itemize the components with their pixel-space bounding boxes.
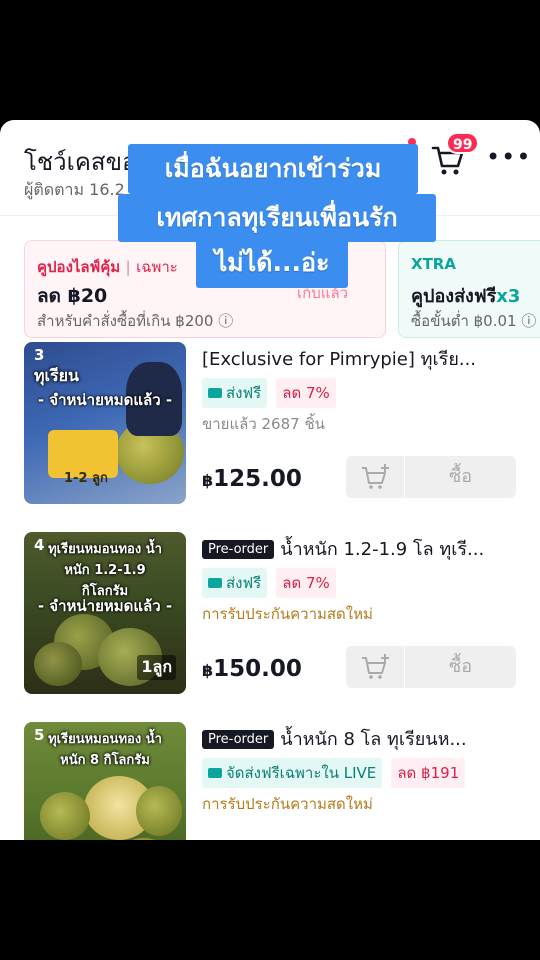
preorder-badge: Pre-order bbox=[202, 730, 275, 749]
product-tags: ส่งฟรี ลด 7% bbox=[202, 378, 340, 408]
free-shipping-tag-text: ส่งฟรี bbox=[226, 384, 262, 402]
coupon-discount: ลด ฿20 bbox=[37, 285, 108, 307]
product-card[interactable]: 3 ทุเรียน - จำหน่ายหมดแล้ว - 1-2 ลูก [Ex… bbox=[0, 342, 540, 522]
product-tags: ส่งฟรี ลด 7% bbox=[202, 568, 340, 598]
thumb-title: ทุเรียนหมอนทอง น้ำหนัก 1.2-1.9 กิโลกรัม bbox=[48, 542, 162, 599]
quantity-label: 1ลูก bbox=[137, 655, 176, 680]
free-shipping-tag: ส่งฟรี bbox=[202, 378, 268, 408]
price-value: 150.00 bbox=[213, 656, 302, 682]
buy-button[interactable]: ซื้อ bbox=[405, 646, 516, 688]
discount-tag: ลด ฿191 bbox=[391, 758, 466, 788]
freshness-guarantee: การรับประกันความสดใหม่ bbox=[202, 795, 373, 813]
product-title-text: น้ำหนัก 1.2-1.9 โล ทุเรี... bbox=[280, 539, 485, 560]
currency-symbol: ฿ bbox=[202, 471, 214, 490]
free-shipping-tag: ส่งฟรี bbox=[202, 568, 268, 598]
free-shipping-text: คูปองส่งฟรี bbox=[411, 286, 497, 307]
add-to-cart-icon[interactable] bbox=[346, 646, 404, 688]
buy-bar: ซื้อ bbox=[346, 646, 516, 688]
truck-icon bbox=[208, 578, 222, 588]
coupon-tag-label: คูปองไลฟ์คุ้ม bbox=[37, 258, 121, 276]
product-price: ฿150.00 bbox=[202, 656, 302, 682]
product-card[interactable]: 4 ทุเรียนหมอนทอง น้ำหนัก 1.2-1.9 กิโลกรั… bbox=[0, 532, 540, 712]
product-image[interactable]: 3 ทุเรียน - จำหน่ายหมดแล้ว - 1-2 ลูก bbox=[24, 342, 186, 504]
product-title[interactable]: Pre-order น้ำหนัก 8 โล ทุเรียนห... bbox=[202, 724, 522, 752]
product-card[interactable]: 5 ทุเรียนหมอนทอง น้ำหนัก 8 กิโลกรัม Pre-… bbox=[0, 722, 540, 840]
xtra-tag: XTRA bbox=[411, 255, 456, 273]
free-shipping-tag-text: ส่งฟรี bbox=[226, 574, 262, 592]
showcase-title: โชว์เคสขอ bbox=[24, 148, 137, 176]
follower-count: ผู้ติดตาม 16.2 bbox=[24, 180, 125, 199]
thumb-title: ทุเรียน bbox=[34, 366, 79, 385]
product-image[interactable]: 4 ทุเรียนหมอนทอง น้ำหนัก 1.2-1.9 กิโลกรั… bbox=[24, 532, 186, 694]
truck-icon bbox=[208, 768, 222, 778]
currency-symbol: ฿ bbox=[202, 661, 214, 680]
add-to-cart-icon[interactable] bbox=[346, 456, 404, 498]
sold-count: ขายแล้ว 2687 ชิ้น bbox=[202, 415, 325, 433]
thumb-title: ทุเรียนหมอนทอง น้ำหนัก 8 กิโลกรัม bbox=[48, 732, 162, 768]
free-shipping-label: คูปองส่งฟรีx3 bbox=[411, 281, 520, 310]
buy-button[interactable]: ซื้อ bbox=[405, 456, 516, 498]
freshness-guarantee: การรับประกันความสดใหม่ bbox=[202, 605, 373, 623]
product-title[interactable]: Pre-order น้ำหนัก 1.2-1.9 โล ทุเรี... bbox=[202, 534, 522, 562]
product-tags: จัดส่งฟรีเฉพาะใน LIVE ลด ฿191 bbox=[202, 758, 469, 788]
discount-tag: ลด 7% bbox=[276, 378, 336, 408]
discount-tag: ลด 7% bbox=[276, 568, 336, 598]
more-options-icon[interactable]: ••• bbox=[486, 142, 530, 172]
cart-badge: 99 bbox=[446, 132, 480, 154]
product-image[interactable]: 5 ทุเรียนหมอนทอง น้ำหนัก 8 กิโลกรัม bbox=[24, 722, 186, 840]
product-rank: 3 bbox=[34, 346, 45, 364]
quantity-label: 1-2 ลูก bbox=[64, 471, 108, 486]
product-title[interactable]: [Exclusive for Pimrypie] ทุเรีย... bbox=[202, 344, 522, 372]
live-free-shipping-text: จัดส่งฟรีเฉพาะใน LIVE bbox=[226, 764, 377, 782]
coupon-tag-exclusive: เฉพาะ bbox=[136, 258, 178, 276]
live-free-shipping-tag: จัดส่งฟรีเฉพาะใน LIVE bbox=[202, 758, 383, 788]
coupon-free-shipping[interactable]: XTRA คูปองส่งฟรีx3 ซื้อขั้นต่ำ ฿0.01 ⓘ bbox=[398, 240, 540, 338]
coupon-condition: สำหรับคำสั่งซื้อที่เกิน ฿200 ⓘ bbox=[37, 312, 234, 330]
price-value: 125.00 bbox=[213, 466, 302, 492]
caption-line-3: ไม่ได้...อ่ะ bbox=[196, 238, 348, 288]
coupon-min-spend: ซื้อขั้นต่ำ ฿0.01 ⓘ bbox=[411, 312, 537, 330]
product-price: ฿125.00 bbox=[202, 466, 302, 492]
truck-icon bbox=[208, 388, 222, 398]
coupon-multiplier: x3 bbox=[496, 286, 521, 307]
coupon-tag: คูปองไลฟ์คุ้ม | เฉพาะ bbox=[37, 258, 178, 276]
caption-line-1: เมื่อฉันอยากเข้าร่วม bbox=[128, 144, 418, 194]
sold-out-label: - จำหน่ายหมดแล้ว - bbox=[37, 391, 173, 409]
caption-line-2: เทศกาลทุเรียนเพื่อนรัก bbox=[118, 194, 436, 242]
preorder-badge: Pre-order bbox=[202, 540, 275, 559]
buy-bar: ซื้อ bbox=[346, 456, 516, 498]
product-title-text: น้ำหนัก 8 โล ทุเรียนห... bbox=[280, 729, 467, 750]
sold-out-label: - จำหน่ายหมดแล้ว - bbox=[37, 597, 173, 615]
